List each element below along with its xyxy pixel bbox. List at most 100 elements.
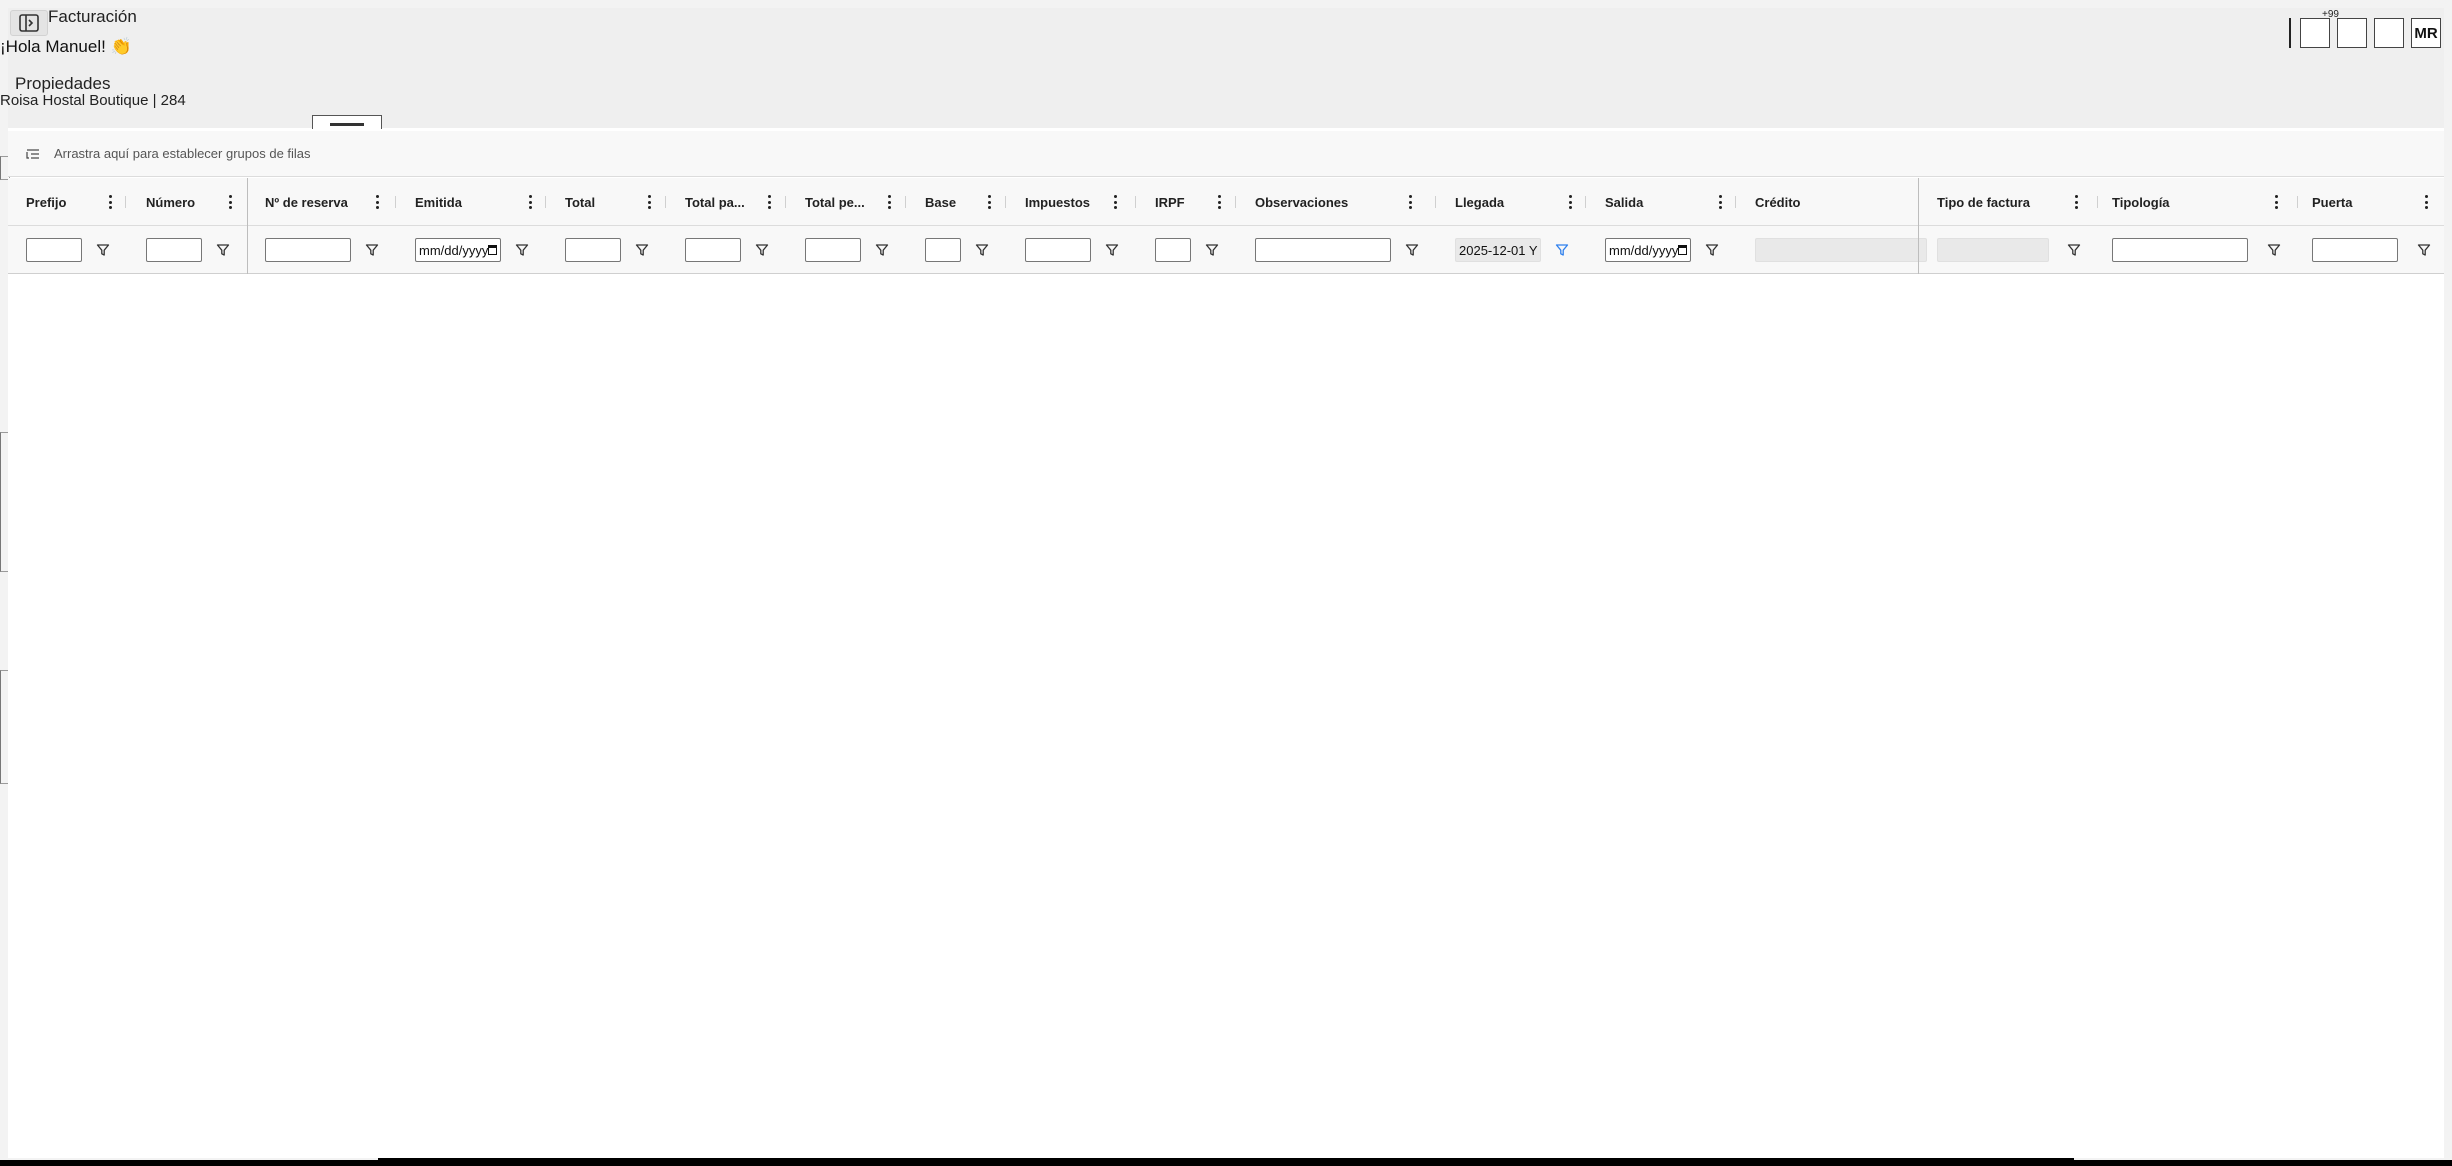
column-header-total[interactable]: Total (565, 178, 665, 226)
filter-input-total[interactable] (565, 238, 621, 262)
grid-body-empty (8, 275, 2444, 1158)
column-label: Emitida (415, 194, 462, 210)
date-placeholder: mm/dd/yyyy (1609, 242, 1679, 258)
filter-icon[interactable] (2417, 243, 2431, 257)
filter-input-total-pagado[interactable] (685, 238, 741, 262)
calendar-icon (1678, 245, 1687, 255)
column-menu-icon[interactable] (228, 195, 232, 209)
filter-icon[interactable] (635, 243, 649, 257)
column-header-numero[interactable]: Número (146, 178, 246, 226)
date-placeholder: mm/dd/yyyy (419, 242, 489, 258)
calendar-icon (488, 245, 497, 255)
column-header-tipologia[interactable]: Tipología (2112, 178, 2282, 226)
column-label: Crédito (1755, 194, 1801, 210)
column-header-observaciones[interactable]: Observaciones (1255, 178, 1425, 226)
app-title: Facturación (48, 7, 137, 26)
column-header-total-pagado[interactable]: Total pa... (685, 178, 785, 226)
column-menu-icon[interactable] (375, 195, 379, 209)
filter-input-observaciones[interactable] (1255, 238, 1391, 262)
pinned-right-divider (1918, 178, 1919, 274)
column-label: Tipo de factura (1937, 194, 2030, 210)
column-menu-icon[interactable] (1568, 195, 1572, 209)
grid-filter-row: mm/dd/yyyy 2025-12-01 Y mm/dd/yyyy (8, 226, 2444, 274)
header-divider (2289, 18, 2291, 48)
filter-icon[interactable] (216, 243, 230, 257)
column-header-total-pendiente[interactable]: Total pe... (805, 178, 905, 226)
column-menu-icon[interactable] (647, 195, 651, 209)
filter-icon[interactable] (875, 243, 889, 257)
group-rows-icon (26, 148, 39, 159)
column-menu-icon[interactable] (2274, 195, 2278, 209)
filter-icon[interactable] (2267, 243, 2281, 257)
column-header-puerta[interactable]: Puerta (2312, 178, 2442, 226)
llegada-filter-value: 2025-12-01 Y (1459, 242, 1538, 258)
column-header-credito[interactable]: Crédito (1755, 178, 1915, 226)
filter-icon[interactable] (975, 243, 989, 257)
column-header-n-reserva[interactable]: Nº de reserva (265, 178, 385, 226)
column-menu-icon[interactable] (2074, 195, 2078, 209)
column-label: Prefijo (26, 194, 67, 210)
column-label: Observaciones (1255, 194, 1349, 210)
column-label: Nº de reserva (265, 194, 348, 210)
filter-icon[interactable] (2067, 243, 2081, 257)
column-header-llegada[interactable]: Llegada (1455, 178, 1585, 226)
column-label: Impuestos (1025, 194, 1091, 210)
row-group-panel[interactable]: Arrastra aquí para establecer grupos de … (8, 131, 2444, 177)
filter-icon[interactable] (96, 243, 110, 257)
column-menu-icon[interactable] (1408, 195, 1412, 209)
header-action-button[interactable] (2337, 18, 2367, 48)
bottom-overflow-bar (378, 1158, 2074, 1166)
column-menu-icon[interactable] (1718, 195, 1722, 209)
filter-input-puerta[interactable] (2312, 238, 2398, 262)
header-action-button[interactable] (2374, 18, 2404, 48)
page-title: Propiedades (15, 74, 111, 93)
filter-input-base[interactable] (925, 238, 961, 262)
filter-icon[interactable] (515, 243, 529, 257)
filter-icon[interactable] (365, 243, 379, 257)
column-menu-icon[interactable] (1113, 195, 1117, 209)
active-tab-indicator[interactable] (312, 115, 382, 129)
column-menu-icon[interactable] (1217, 195, 1221, 209)
column-header-base[interactable]: Base (925, 178, 1005, 226)
column-header-tipo-factura[interactable]: Tipo de factura (1937, 178, 2097, 226)
filter-icon[interactable] (1405, 243, 1419, 257)
column-label: Total (565, 194, 596, 210)
filter-input-prefijo[interactable] (26, 238, 82, 262)
filter-input-total-pendiente[interactable] (805, 238, 861, 262)
column-menu-icon[interactable] (887, 195, 891, 209)
column-label: Número (146, 194, 196, 210)
filter-icon[interactable] (755, 243, 769, 257)
column-menu-icon[interactable] (528, 195, 532, 209)
filter-input-n-reserva[interactable] (265, 238, 351, 262)
filter-icon[interactable] (1705, 243, 1719, 257)
filter-icon[interactable] (1105, 243, 1119, 257)
filter-input-impuestos[interactable] (1025, 238, 1091, 262)
filter-readonly-llegada: 2025-12-01 Y (1455, 238, 1541, 262)
sidebar-toggle-button[interactable] (10, 10, 48, 36)
notifications-button[interactable] (2300, 18, 2330, 48)
column-header-irpf[interactable]: IRPF (1155, 178, 1235, 226)
column-menu-icon[interactable] (767, 195, 771, 209)
column-menu-icon[interactable] (987, 195, 991, 209)
filter-icon[interactable] (1205, 243, 1219, 257)
column-header-emitida[interactable]: Emitida (415, 178, 545, 226)
filter-active-icon[interactable] (1555, 243, 1569, 257)
column-header-salida[interactable]: Salida (1605, 178, 1735, 226)
sidebar-toggle-icon (19, 14, 39, 32)
filter-input-tipologia[interactable] (2112, 238, 2248, 262)
column-label: Llegada (1455, 194, 1505, 210)
header-band (8, 8, 2444, 128)
column-label: Total pa... (685, 194, 745, 210)
grid-header-row: Prefijo Número Nº de reserva Emitida Tot… (8, 178, 2444, 226)
column-menu-icon[interactable] (108, 195, 112, 209)
property-selector[interactable]: Roisa Hostal Boutique | 284 (0, 92, 186, 109)
filter-date-salida[interactable]: mm/dd/yyyy (1605, 238, 1691, 262)
filter-input-numero[interactable] (146, 238, 202, 262)
filter-input-irpf[interactable] (1155, 238, 1191, 262)
column-header-prefijo[interactable]: Prefijo (26, 178, 126, 226)
column-header-impuestos[interactable]: Impuestos (1025, 178, 1135, 226)
avatar[interactable]: MR (2411, 18, 2441, 48)
filter-date-emitida[interactable]: mm/dd/yyyy (415, 238, 501, 262)
greeting: ¡Hola Manuel! 👏 (0, 37, 132, 56)
column-menu-icon[interactable] (2424, 195, 2428, 209)
